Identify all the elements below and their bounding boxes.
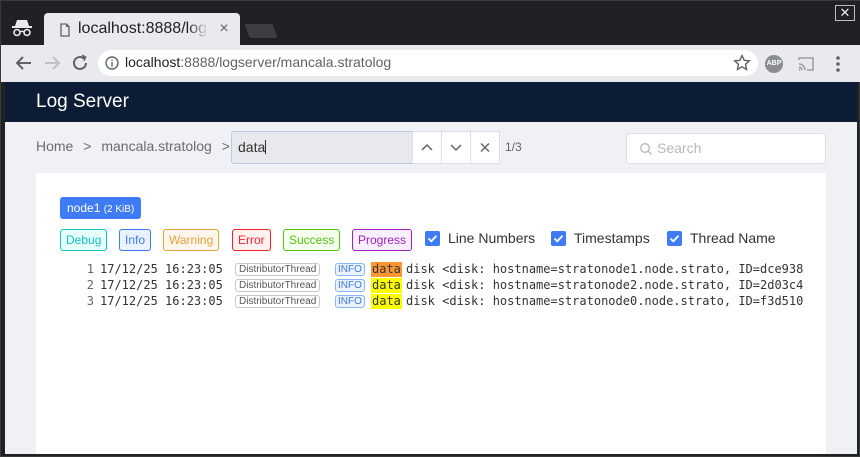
checkbox-checked-icon[interactable] <box>667 231 682 246</box>
level-badge: INFO <box>335 263 365 276</box>
level-filter-info[interactable]: Info <box>119 229 152 251</box>
option-label: Timestamps <box>574 230 650 246</box>
url-host: localhost <box>125 54 181 70</box>
option-label: Thread Name <box>690 230 776 246</box>
level-badge: INFO <box>335 295 365 308</box>
level-filter-progress[interactable]: Progress <box>352 229 413 251</box>
breadcrumb: Home > mancala.stratolog > <box>36 138 236 154</box>
text-caret <box>265 140 267 154</box>
url-path: :8888/logserver/mancala.stratolog <box>180 54 392 70</box>
line-number: 3 <box>86 294 94 308</box>
breadcrumb-separator: > <box>83 138 92 154</box>
cast-icon[interactable] <box>797 55 815 73</box>
app-navbar: Log Server <box>5 82 857 122</box>
log-timestamp: 17/12/25 16:23:05 <box>100 262 223 276</box>
option-label: Line Numbers <box>448 230 536 246</box>
find-next-button[interactable] <box>441 131 471 164</box>
node-tag[interactable]: node1 (2 KiB) <box>60 197 142 219</box>
search-highlight: data <box>371 278 402 293</box>
thread-badge: DistributorThread <box>235 263 321 276</box>
log-panel: node1 (2 KiB) Debug Info Warning Error S… <box>36 173 826 454</box>
find-match-count: 1/3 <box>505 140 522 154</box>
level-filter-error[interactable]: Error <box>232 229 271 251</box>
tab-title: localhost:8888/logserver/mancala.stratol… <box>78 20 208 38</box>
forward-icon[interactable] <box>41 52 63 74</box>
find-input[interactable]: data <box>231 131 413 164</box>
bookmark-star-icon[interactable] <box>733 54 751 72</box>
address-bar[interactable]: localhost:8888/logserver/mancala.stratol… <box>98 50 758 76</box>
web-page: Log Server Home > mancala.stratolog > da… <box>5 82 857 454</box>
find-prev-button[interactable] <box>412 131 442 164</box>
line-number: 1 <box>86 262 94 276</box>
browser-tab[interactable]: localhost:8888/logserver/mancala.stratol… <box>44 13 240 46</box>
log-message: disk <disk: hostname=stratonode0.node.st… <box>406 294 804 308</box>
back-icon[interactable] <box>13 52 35 74</box>
level-badge: INFO <box>335 279 365 292</box>
checkbox-checked-icon[interactable] <box>425 231 440 246</box>
log-view: 1 17/12/25 16:23:05 DistributorThread IN… <box>76 262 804 322</box>
chevron-up-icon <box>421 143 433 151</box>
search-icon <box>640 143 652 155</box>
find-input-value: data <box>238 139 266 155</box>
url-text: localhost:8888/logserver/mancala.stratol… <box>125 54 391 70</box>
window-close-button[interactable]: ✕ <box>835 5 855 21</box>
checkbox-checked-icon[interactable] <box>551 231 566 246</box>
search-input[interactable]: Search <box>626 133 826 164</box>
thread-badge: DistributorThread <box>235 295 321 308</box>
node-size: (2 KiB) <box>103 204 135 215</box>
find-close-button[interactable] <box>470 131 500 164</box>
app-brand[interactable]: Log Server <box>36 91 129 113</box>
incognito-icon <box>12 20 32 37</box>
breadcrumb-file[interactable]: mancala.stratolog <box>101 138 212 154</box>
adblock-icon[interactable]: ABP <box>765 55 783 73</box>
log-timestamp: 17/12/25 16:23:05 <box>100 294 223 308</box>
reload-icon[interactable] <box>69 52 91 74</box>
page-icon <box>60 23 70 37</box>
level-filter-warning[interactable]: Warning <box>163 229 220 251</box>
close-icon <box>480 143 490 152</box>
level-filter-success[interactable]: Success <box>283 229 341 251</box>
breadcrumb-separator: > <box>221 138 230 154</box>
thread-badge: DistributorThread <box>235 279 321 292</box>
search-highlight-current: data <box>371 262 402 277</box>
chevron-down-icon <box>450 144 462 152</box>
level-filter-debug[interactable]: Debug <box>60 229 108 251</box>
new-tab-button[interactable] <box>244 24 278 38</box>
search-highlight: data <box>371 294 402 309</box>
log-message: disk <disk: hostname=stratonode1.node.st… <box>406 262 804 276</box>
log-message: disk <disk: hostname=stratonode2.node.st… <box>406 278 804 292</box>
tab-close-button[interactable]: × <box>215 20 233 38</box>
log-timestamp: 17/12/25 16:23:05 <box>100 278 223 292</box>
breadcrumb-home[interactable]: Home <box>36 138 73 154</box>
browser-toolbar: localhost:8888/logserver/mancala.stratol… <box>1 45 860 82</box>
line-number: 2 <box>86 278 94 292</box>
kebab-menu-icon[interactable] <box>831 54 845 74</box>
browser-window: localhost:8888/logserver/mancala.stratol… <box>0 0 860 457</box>
tab-strip: localhost:8888/logserver/mancala.stratol… <box>1 1 860 46</box>
info-icon[interactable] <box>105 56 119 70</box>
node-name: node1 <box>67 201 101 215</box>
search-placeholder: Search <box>657 140 702 156</box>
